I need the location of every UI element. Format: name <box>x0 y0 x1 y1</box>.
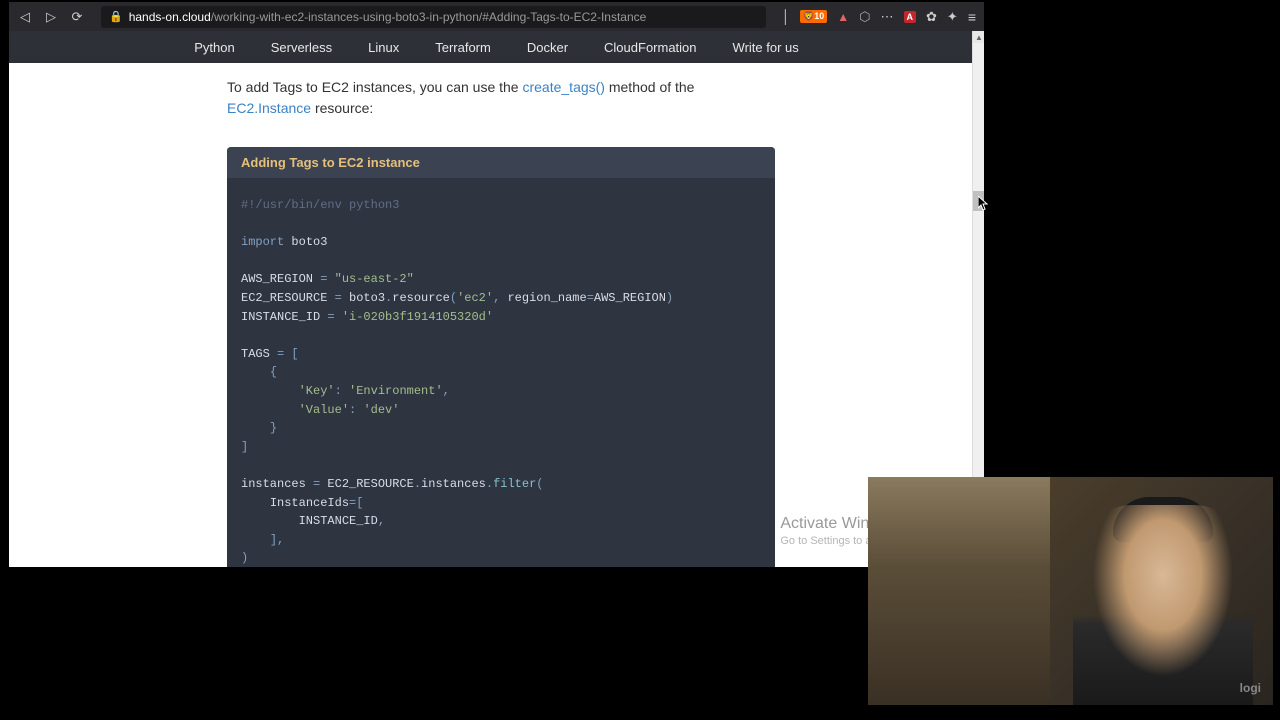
link-create-tags[interactable]: create_tags() <box>522 79 604 95</box>
nav-linux[interactable]: Linux <box>368 40 399 55</box>
site-nav: Python Serverless Linux Terraform Docker… <box>9 31 984 63</box>
nav-docker[interactable]: Docker <box>527 40 568 55</box>
bookmark-icon[interactable]: │ <box>782 9 790 24</box>
webcam-person <box>1073 505 1253 705</box>
code-block-title: Adding Tags to EC2 instance <box>227 147 775 178</box>
nav-write-for-us[interactable]: Write for us <box>733 40 799 55</box>
code-block-body[interactable]: #!/usr/bin/env python3 import boto3 AWS_… <box>227 178 775 567</box>
pdf-icon[interactable]: A <box>904 11 917 23</box>
scroll-up-button[interactable]: ▲ <box>973 31 984 43</box>
webcam-brand-logo: logi <box>1240 681 1261 695</box>
menu-icon[interactable]: ≡ <box>968 9 976 25</box>
mouse-cursor <box>978 196 988 210</box>
shield-icon[interactable]: ✿ <box>926 9 937 25</box>
browser-toolbar: ◁ ▷ ⟳ 🔒 hands-on.cloud/working-with-ec2-… <box>9 2 984 31</box>
url-text: hands-on.cloud/working-with-ec2-instance… <box>129 10 647 24</box>
nav-terraform[interactable]: Terraform <box>435 40 491 55</box>
toolbar-right: │ 🦁10 ▲ ⬡ ⋯ A ✿ ✦ ≡ <box>782 9 976 25</box>
content-area: Python Serverless Linux Terraform Docker… <box>9 31 984 567</box>
url-bar[interactable]: 🔒 hands-on.cloud/working-with-ec2-instan… <box>101 6 766 28</box>
reload-button[interactable]: ⟳ <box>69 9 85 25</box>
extensions-icon[interactable]: ✦ <box>947 9 958 25</box>
nav-python[interactable]: Python <box>194 40 234 55</box>
forward-button[interactable]: ▷ <box>43 9 59 25</box>
intro-paragraph: To add Tags to EC2 instances, you can us… <box>227 77 775 119</box>
cube-icon[interactable]: ⬡ <box>859 9 870 25</box>
nav-serverless[interactable]: Serverless <box>271 40 332 55</box>
nav-cloudformation[interactable]: CloudFormation <box>604 40 697 55</box>
lock-icon: 🔒 <box>109 10 123 23</box>
link-ec2-instance[interactable]: EC2.Instance <box>227 100 311 116</box>
brave-shield-badge[interactable]: 🦁10 <box>800 10 827 23</box>
webcam-overlay: logi <box>868 477 1273 705</box>
browser-window: ◁ ▷ ⟳ 🔒 hands-on.cloud/working-with-ec2-… <box>9 2 984 567</box>
code-block: Adding Tags to EC2 instance #!/usr/bin/e… <box>227 147 775 567</box>
article-body: To add Tags to EC2 instances, you can us… <box>9 63 972 567</box>
more-icon[interactable]: ⋯ <box>881 9 894 25</box>
back-button[interactable]: ◁ <box>17 9 33 25</box>
warning-icon[interactable]: ▲ <box>837 10 849 24</box>
